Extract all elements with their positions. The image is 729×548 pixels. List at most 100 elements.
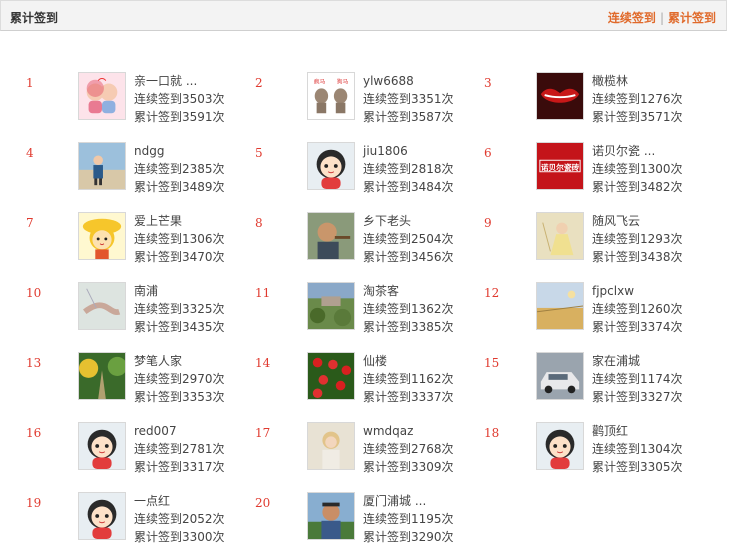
continuous-checkin-count: 连续签到1162次 bbox=[363, 372, 454, 386]
tab-separator: | bbox=[659, 11, 664, 25]
ranking-item: 5 jiu1806 连续签到2818次 累计签到3484次 bbox=[255, 138, 485, 198]
username-link[interactable]: 橄榄林 bbox=[592, 72, 683, 90]
avatar[interactable] bbox=[307, 282, 355, 330]
username-link[interactable]: 家在浦城 bbox=[592, 352, 683, 370]
total-checkin-count: 累计签到3482次 bbox=[592, 180, 683, 194]
total-checkin-count: 累计签到3290次 bbox=[363, 530, 454, 544]
rank-number: 2 bbox=[255, 76, 263, 90]
username-link[interactable]: 梦笔人家 bbox=[134, 352, 225, 370]
default-cartoon-avatar bbox=[537, 423, 583, 469]
red-flowers-avatar bbox=[308, 353, 354, 399]
username-link[interactable]: 一点红 bbox=[134, 492, 225, 510]
panel-header: 累计签到 连续签到 | 累计签到 bbox=[0, 0, 727, 31]
avatar[interactable] bbox=[536, 352, 584, 400]
total-checkin-count: 累计签到3438次 bbox=[592, 250, 683, 264]
total-checkin-count: 累计签到3456次 bbox=[363, 250, 454, 264]
user-info: fjpclxw 连续签到1260次 累计签到3374次 bbox=[592, 282, 683, 336]
rats-avatar: 疯马 狗马 bbox=[308, 73, 354, 119]
username-link[interactable]: 亲一口就 ... bbox=[134, 72, 225, 90]
user-info: 仙楼连续签到1162次 累计签到3337次 bbox=[363, 352, 454, 406]
ranking-item: 18 鹳顶红 连续签到1304次 累计签到3305次 bbox=[484, 418, 714, 478]
ranking-item: 6 诺贝尔瓷砖 诺贝尔瓷 ... 连续签到1300次 累计签到3482次 bbox=[484, 138, 714, 198]
avatar[interactable] bbox=[536, 422, 584, 470]
user-info: ylw6688 连续签到3351次 累计签到3587次 bbox=[363, 72, 454, 126]
avatar[interactable] bbox=[307, 492, 355, 540]
total-checkin-count: 累计签到3353次 bbox=[134, 390, 225, 404]
username-link[interactable]: fjpclxw bbox=[592, 282, 683, 300]
username-link[interactable]: 仙楼 bbox=[363, 352, 454, 370]
avatar[interactable] bbox=[536, 282, 584, 330]
username-link[interactable]: 南浦 bbox=[134, 282, 225, 300]
user-info: 橄榄林 连续签到1276次 累计签到3571次 bbox=[592, 72, 683, 126]
tab-continuous-checkin[interactable]: 连续签到 bbox=[608, 11, 656, 25]
man-photo-avatar bbox=[308, 493, 354, 539]
rank-number: 10 bbox=[26, 286, 42, 300]
svg-text:狗马: 狗马 bbox=[337, 78, 349, 86]
ranking-item: 10 南浦 连续签到3325次 累计签到3435次 bbox=[26, 278, 256, 338]
hands-avatar bbox=[79, 283, 125, 329]
avatar[interactable] bbox=[78, 492, 126, 540]
avatar[interactable]: 诺贝尔瓷砖 bbox=[536, 142, 584, 190]
avatar[interactable] bbox=[78, 212, 126, 260]
rank-number: 18 bbox=[484, 426, 500, 440]
rank-number: 11 bbox=[255, 286, 271, 300]
total-checkin-count: 累计签到3327次 bbox=[592, 390, 683, 404]
avatar[interactable] bbox=[78, 352, 126, 400]
username-link[interactable]: 乡下老头 bbox=[363, 212, 454, 230]
username-link[interactable]: 爱上芒果 bbox=[134, 212, 225, 230]
rank-number: 1 bbox=[26, 76, 34, 90]
ranking-item: 9 随风飞云 连续签到1293次 累计签到3438次 bbox=[484, 208, 714, 268]
username-link[interactable]: 淘茶客 bbox=[363, 282, 454, 300]
user-info: ndgg 连续签到2385次 累计签到3489次 bbox=[134, 142, 225, 196]
avatar[interactable] bbox=[307, 422, 355, 470]
avatar[interactable] bbox=[78, 142, 126, 190]
avatar[interactable]: 疯马 狗马 bbox=[307, 72, 355, 120]
user-info: 乡下老头连续签到2504次 累计签到3456次 bbox=[363, 212, 454, 266]
user-info: 南浦 连续签到3325次 累计签到3435次 bbox=[134, 282, 225, 336]
user-info: red007 连续签到2781次 累计签到3317次 bbox=[134, 422, 225, 476]
avatar[interactable] bbox=[78, 422, 126, 470]
username-link[interactable]: 诺贝尔瓷 ... bbox=[592, 142, 683, 160]
total-checkin-count: 累计签到3337次 bbox=[363, 390, 454, 404]
rank-number: 6 bbox=[484, 146, 492, 160]
panel-title: 累计签到 bbox=[10, 11, 59, 25]
total-checkin-count: 累计签到3587次 bbox=[363, 110, 454, 124]
continuous-checkin-count: 连续签到2385次 bbox=[134, 162, 225, 176]
user-info: 厦门浦城 ... 连续签到1195次 累计签到3290次 bbox=[363, 492, 454, 546]
tab-total-checkin[interactable]: 累计签到 bbox=[668, 11, 716, 25]
username-link[interactable]: wmdqaz bbox=[363, 422, 454, 440]
avatar[interactable] bbox=[78, 72, 126, 120]
user-info: 淘茶客 连续签到1362次 累计签到3385次 bbox=[363, 282, 454, 336]
username-link[interactable]: red007 bbox=[134, 422, 225, 440]
user-info: 梦笔人家 连续签到2970次 累计签到3353次 bbox=[134, 352, 225, 406]
avatar[interactable] bbox=[307, 352, 355, 400]
username-link[interactable]: 鹳顶红 bbox=[592, 422, 683, 440]
total-checkin-count: 累计签到3489次 bbox=[134, 180, 225, 194]
continuous-checkin-count: 连续签到2781次 bbox=[134, 442, 225, 456]
ranking-item: 8 乡下老头 连续签到2504次 累计签到3456次 bbox=[255, 208, 485, 268]
user-info: 诺贝尔瓷 ... 连续签到1300次 累计签到3482次 bbox=[592, 142, 683, 196]
dreamy-girl-avatar bbox=[537, 213, 583, 259]
total-checkin-count: 累计签到3470次 bbox=[134, 250, 225, 264]
continuous-checkin-count: 连续签到2504次 bbox=[363, 232, 454, 246]
username-link[interactable]: jiu1806 bbox=[363, 142, 454, 160]
username-link[interactable]: ndgg bbox=[134, 142, 225, 160]
username-link[interactable]: 厦门浦城 ... bbox=[363, 492, 454, 510]
rank-number: 4 bbox=[26, 146, 34, 160]
continuous-checkin-count: 连续签到3503次 bbox=[134, 92, 225, 106]
username-link[interactable]: 随风飞云 bbox=[592, 212, 683, 230]
avatar[interactable] bbox=[307, 142, 355, 190]
beach-child-avatar bbox=[79, 143, 125, 189]
avatar[interactable] bbox=[536, 72, 584, 120]
default-cartoon-avatar bbox=[79, 423, 125, 469]
username-link[interactable]: ylw6688 bbox=[363, 72, 454, 90]
avatar[interactable] bbox=[536, 212, 584, 260]
continuous-checkin-count: 连续签到1300次 bbox=[592, 162, 683, 176]
avatar[interactable] bbox=[78, 282, 126, 330]
user-info: 随风飞云 连续签到1293次 累计签到3438次 bbox=[592, 212, 683, 266]
rank-number: 20 bbox=[255, 496, 271, 510]
continuous-checkin-count: 连续签到3325次 bbox=[134, 302, 225, 316]
car-avatar bbox=[537, 353, 583, 399]
avatar[interactable] bbox=[307, 212, 355, 260]
ranking-tabs: 连续签到 | 累计签到 bbox=[608, 9, 716, 26]
